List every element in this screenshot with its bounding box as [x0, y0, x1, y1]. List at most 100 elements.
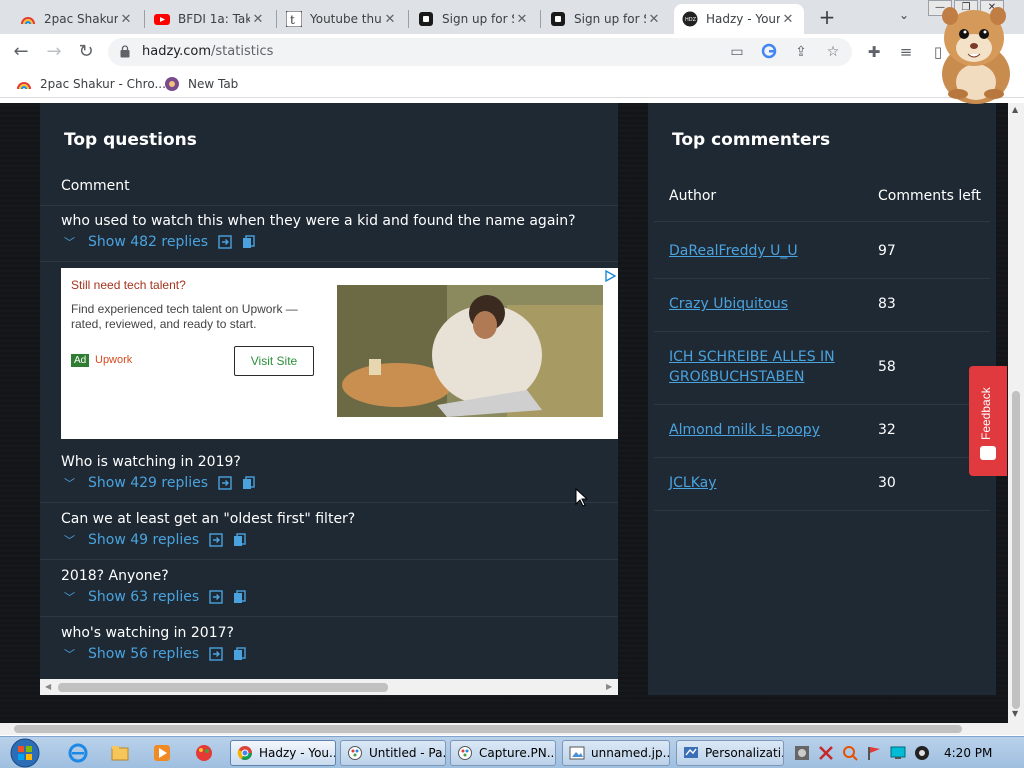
close-tab-icon[interactable]: ✕: [646, 12, 662, 27]
youtube-icon: [154, 14, 170, 25]
comment-count: 58: [878, 359, 896, 375]
show-replies-link[interactable]: ﹀ Show 482 replies: [64, 234, 256, 250]
open-external-icon[interactable]: [218, 476, 232, 490]
questions-horizontal-scrollbar[interactable]: ◀ ▶: [40, 679, 618, 695]
scrollbar-thumb[interactable]: [1012, 391, 1020, 709]
scroll-down-icon[interactable]: ▼: [1012, 709, 1018, 718]
ad-photo[interactable]: [337, 285, 603, 417]
hamster-mascot-icon: [942, 7, 1010, 104]
rainbow-favicon-icon: [17, 82, 31, 90]
close-tab-icon[interactable]: ✕: [514, 12, 530, 27]
tab-separator: [408, 10, 409, 28]
google-lens-icon[interactable]: [760, 43, 778, 61]
clipboard-icon[interactable]: ▭: [728, 43, 746, 61]
share-icon[interactable]: ⇪: [792, 43, 810, 61]
author-link[interactable]: ICH SCHREIBE ALLES IN GROßBUCHSTABEN: [669, 347, 849, 387]
copy-icon[interactable]: [233, 590, 247, 604]
bookmark-new-tab[interactable]: New Tab: [164, 76, 238, 92]
advertisement[interactable]: Still need tech talent? Find experienced…: [61, 268, 618, 439]
tumblr-icon: t: [286, 11, 302, 27]
show-replies-link[interactable]: ﹀ Show 429 replies: [64, 475, 256, 491]
back-arrow-icon[interactable]: ←: [8, 40, 34, 64]
author-link[interactable]: Almond milk Is poopy: [669, 420, 820, 440]
tray-search-icon[interactable]: [842, 745, 858, 761]
system-clock[interactable]: 4:20 PM: [944, 746, 992, 760]
tab-signup-2[interactable]: Sign up for S ✕: [542, 4, 670, 34]
scrollbar-thumb[interactable]: [14, 725, 962, 733]
network-monitor-icon[interactable]: [890, 745, 906, 761]
close-tab-icon[interactable]: ✕: [780, 12, 796, 27]
close-tab-icon[interactable]: ✕: [250, 12, 266, 27]
tab-bfdi[interactable]: BFDI 1a: Take ✕: [146, 4, 274, 34]
media-player-icon[interactable]: [152, 743, 172, 763]
taskbar-item-paint[interactable]: Untitled - Pa...: [340, 740, 446, 766]
open-external-icon[interactable]: [209, 533, 223, 547]
tab-separator: [144, 10, 145, 28]
close-tab-icon[interactable]: ✕: [118, 12, 134, 27]
windows-start-icon[interactable]: [6, 738, 44, 768]
page-horizontal-scrollbar[interactable]: [0, 723, 1024, 735]
panel-title: Top questions: [64, 130, 197, 150]
volume-icon[interactable]: [914, 745, 930, 761]
copy-icon[interactable]: [242, 235, 256, 249]
divider: [654, 457, 990, 458]
bookmark-star-icon[interactable]: ☆: [824, 43, 842, 61]
reload-icon[interactable]: ↻: [73, 40, 99, 64]
task-label: unnamed.jp...: [591, 746, 670, 760]
ad-headline[interactable]: Still need tech talent?: [71, 278, 186, 292]
copy-icon[interactable]: [233, 533, 247, 547]
bookmarks-bar: 2pac Shakur - Chro... New Tab: [0, 70, 1024, 98]
open-external-icon[interactable]: [209, 590, 223, 604]
ad-body: Find experienced tech talent on Upwork —…: [71, 302, 298, 331]
tab-strip: 2pac Shakur ✕ BFDI 1a: Take ✕ t Youtube …: [0, 0, 1024, 34]
tray-tools-icon[interactable]: [818, 745, 834, 761]
author-link[interactable]: DaRealFreddy U_U: [669, 241, 798, 261]
taskbar-item-unnamed[interactable]: unnamed.jp...: [562, 740, 670, 766]
comment-count: 30: [878, 475, 896, 491]
internet-explorer-icon[interactable]: [68, 743, 88, 763]
media-queue-icon[interactable]: ≡: [896, 42, 916, 62]
feedback-button[interactable]: Feedback: [969, 366, 1007, 476]
author-link[interactable]: JCLKay: [669, 473, 717, 493]
tab-youtube-thumbnail[interactable]: t Youtube thum ✕: [278, 4, 406, 34]
tray-app-icon[interactable]: [794, 745, 810, 761]
tab-hadzy[interactable]: HDZ Hadzy - Your ✕: [674, 4, 804, 34]
paint-palette-icon[interactable]: [194, 743, 214, 763]
new-tab-button[interactable]: +: [814, 6, 840, 30]
open-external-icon[interactable]: [209, 647, 223, 661]
top-questions-panel: Top questions Comment who used to watch …: [40, 103, 618, 679]
author-link[interactable]: Crazy Ubiquitous: [669, 294, 788, 314]
visit-site-button[interactable]: Visit Site: [234, 346, 314, 376]
replies-label: Show 63 replies: [88, 589, 200, 605]
taskbar-item-chrome[interactable]: Hadzy - You...: [230, 740, 336, 766]
tab-title: Sign up for S: [574, 12, 646, 26]
show-replies-link[interactable]: ﹀ Show 49 replies: [64, 532, 247, 548]
bookmark-2pac[interactable]: 2pac Shakur - Chro...: [16, 76, 166, 92]
tab-2pac[interactable]: 2pac Shakur ✕: [12, 4, 142, 34]
open-external-icon[interactable]: [218, 235, 232, 249]
scroll-left-icon[interactable]: ◀: [45, 682, 51, 691]
forward-arrow-icon[interactable]: →: [41, 40, 67, 64]
copy-icon[interactable]: [233, 647, 247, 661]
tab-search-button[interactable]: ⌄: [894, 8, 914, 28]
windows-taskbar: Hadzy - You... Untitled - Pa... Capture.…: [0, 736, 1024, 768]
chevron-down-icon: ﹀: [64, 534, 75, 547]
column-header-author: Author: [669, 188, 717, 204]
square-logo-icon: [551, 12, 565, 26]
page-vertical-scrollbar[interactable]: ▲ ▼: [1008, 103, 1024, 723]
show-replies-link[interactable]: ﹀ Show 63 replies: [64, 589, 247, 605]
show-replies-link[interactable]: ﹀ Show 56 replies: [64, 646, 247, 662]
file-explorer-icon[interactable]: [110, 743, 130, 763]
taskbar-item-personalization[interactable]: Personalizati...: [676, 740, 784, 766]
close-tab-icon[interactable]: ✕: [382, 12, 398, 27]
taskbar-item-capture[interactable]: Capture.PN...: [450, 740, 556, 766]
address-bar[interactable]: hadzy.com/statistics ▭ ⇪ ☆: [108, 38, 852, 66]
scrollbar-thumb[interactable]: [58, 683, 388, 692]
tab-signup-1[interactable]: Sign up for S ✕: [410, 4, 538, 34]
flag-icon[interactable]: [866, 745, 882, 761]
ad-choices-icon[interactable]: [604, 270, 616, 282]
ad-brand[interactable]: Upwork: [95, 354, 132, 366]
scroll-right-icon[interactable]: ▶: [606, 682, 612, 691]
extensions-puzzle-icon[interactable]: ✚: [864, 42, 884, 62]
copy-icon[interactable]: [242, 476, 256, 490]
